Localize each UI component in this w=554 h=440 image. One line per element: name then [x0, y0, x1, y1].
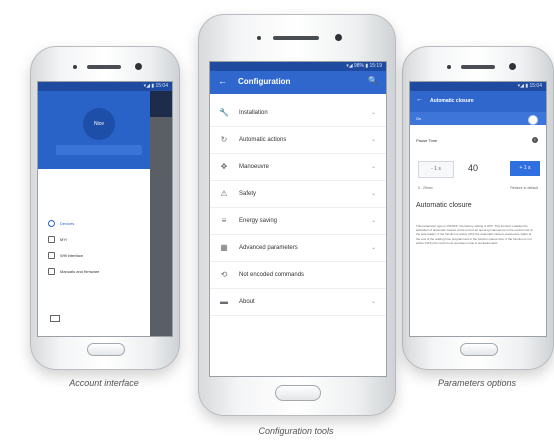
caption-account: Account interface: [69, 378, 139, 388]
sync-icon: ⟲: [220, 270, 228, 279]
menu-item-label: Not encoded commands: [239, 271, 305, 278]
logout-icon[interactable]: [50, 315, 60, 322]
front-camera: [509, 63, 516, 70]
drawer-item-label: MY!: [60, 236, 68, 242]
left-screen: ▾◢ ▮ 15:04 Nice i Devices MY! Wifi inter…: [37, 81, 173, 337]
menu-item-not-encoded-commands[interactable]: ⟲ Not encoded commands: [210, 261, 386, 289]
app-bar: ← Configuration 🔍: [210, 71, 386, 94]
menu-item-safety[interactable]: ⚠ Safety ⌄: [210, 180, 386, 208]
menu-item-label: Installation: [239, 109, 268, 116]
page-title: Automatic closure: [430, 98, 474, 104]
menu-item-energy-saving[interactable]: ≡ Energy saving ⌄: [210, 207, 386, 235]
book-icon: [48, 267, 55, 275]
home-button[interactable]: [275, 385, 321, 401]
page-title: Configuration: [238, 77, 291, 86]
restore-default-link[interactable]: Restore to default: [510, 186, 538, 190]
drawer-item-devices[interactable]: Devices: [48, 218, 74, 228]
speaker-grille: [87, 65, 121, 69]
drawer-item-label: Devices: [60, 220, 75, 226]
speaker-grille: [461, 65, 495, 69]
status-bar: ▾◢ ▮ 15:04: [38, 82, 172, 91]
account-selector[interactable]: [56, 145, 142, 155]
refresh-icon: ↻: [220, 135, 228, 144]
drawer-item-label: Wifi interface: [60, 252, 84, 258]
enable-row[interactable]: On: [410, 112, 546, 125]
menu-item-installation[interactable]: 🔧 Installation ⌄: [210, 99, 386, 127]
move-icon: ✥: [220, 162, 228, 171]
info-icon[interactable]: i: [532, 137, 538, 143]
avatar[interactable]: Nice: [83, 108, 115, 140]
energy-icon: ≡: [221, 216, 227, 225]
sensor-dot: [257, 36, 261, 40]
speaker-grille: [273, 36, 319, 40]
menu-item-manoeuvre[interactable]: ✥ Manoeuvre ⌄: [210, 153, 386, 181]
sensor-dot: [447, 65, 451, 69]
sensor-dot: [73, 65, 77, 69]
menu-item-label: Safety: [239, 190, 257, 197]
drawer-item-my[interactable]: MY!: [48, 234, 67, 244]
safety-icon: ⚠: [220, 189, 228, 198]
chevron-down-icon: ⌄: [370, 218, 376, 224]
menu-item-label: Advanced parameters: [239, 244, 298, 251]
increment-button[interactable]: + 1 s: [510, 161, 540, 176]
status-bar: ▾◢ 98% ▮ 15:19: [210, 62, 386, 71]
pause-time-value: 40: [468, 163, 479, 173]
wrench-icon: 🔧: [219, 108, 229, 117]
list-icon: [48, 235, 55, 243]
right-screen: ▾◢ ▮ 15:04 ← Automatic closure On Pause …: [409, 81, 547, 337]
home-button[interactable]: [460, 343, 498, 356]
left-phone: ▾◢ ▮ 15:04 Nice i Devices MY! Wifi inter…: [30, 46, 180, 370]
menu-item-label: Manoeuvre: [239, 163, 270, 170]
center-screen: ▾◢ 98% ▮ 15:19 ← Configuration 🔍 🔧 Insta…: [209, 61, 387, 377]
range-label: 0 - 25min: [418, 186, 433, 190]
app-bar: ← Automatic closure: [410, 91, 546, 112]
front-camera: [335, 34, 342, 41]
menu-item-label: Automatic actions: [239, 136, 287, 143]
menu-item-label: Energy saving: [239, 217, 278, 224]
chevron-down-icon: ⌄: [370, 110, 376, 116]
section-heading: Automatic closure: [416, 202, 472, 209]
toggle-label: On: [416, 116, 422, 121]
drawer-scrim-top: [150, 91, 172, 117]
folder-icon: ▬: [220, 297, 228, 306]
right-phone: ▾◢ ▮ 15:04 ← Automatic closure On Pause …: [402, 46, 554, 370]
grid-icon: ▦: [220, 243, 228, 252]
home-icon: [48, 219, 55, 227]
menu-item-automatic-actions[interactable]: ↻ Automatic actions ⌄: [210, 126, 386, 154]
center-phone: ▾◢ 98% ▮ 15:19 ← Configuration 🔍 🔧 Insta…: [198, 14, 396, 416]
drawer-item-manuals[interactable]: Manuals and firmware: [48, 266, 99, 276]
description-text: This parameter type is ON/OFF; the facto…: [416, 224, 533, 245]
front-camera: [135, 63, 142, 70]
menu-item-about[interactable]: ▬ About ⌄: [210, 288, 386, 316]
chevron-down-icon: ⌄: [370, 191, 376, 197]
chevron-down-icon: ⌄: [370, 299, 376, 305]
search-icon[interactable]: 🔍: [368, 76, 378, 85]
drawer-scrim[interactable]: [150, 117, 172, 336]
home-button[interactable]: [87, 343, 125, 356]
wifi-icon: [48, 251, 55, 259]
pause-time-label: Pause Time: [416, 138, 438, 143]
caption-parameters: Parameters options: [437, 378, 517, 388]
back-arrow-icon[interactable]: ←: [218, 76, 227, 86]
caption-configuration: Configuration tools: [258, 426, 334, 436]
chevron-down-icon: ⌄: [370, 164, 376, 170]
drawer-item-label: Manuals and firmware: [60, 268, 100, 274]
menu-item-label: About: [239, 298, 255, 305]
status-bar: ▾◢ ▮ 15:04: [410, 82, 546, 91]
menu-item-advanced-parameters[interactable]: ▦ Advanced parameters ⌄: [210, 234, 386, 262]
back-arrow-icon[interactable]: ←: [416, 96, 423, 103]
chevron-down-icon: ⌄: [370, 137, 376, 143]
enable-toggle[interactable]: [528, 115, 538, 125]
drawer-item-wifi[interactable]: Wifi interface: [48, 250, 83, 260]
decrement-button[interactable]: - 1 s: [418, 161, 454, 178]
chevron-down-icon: ⌄: [370, 245, 376, 251]
